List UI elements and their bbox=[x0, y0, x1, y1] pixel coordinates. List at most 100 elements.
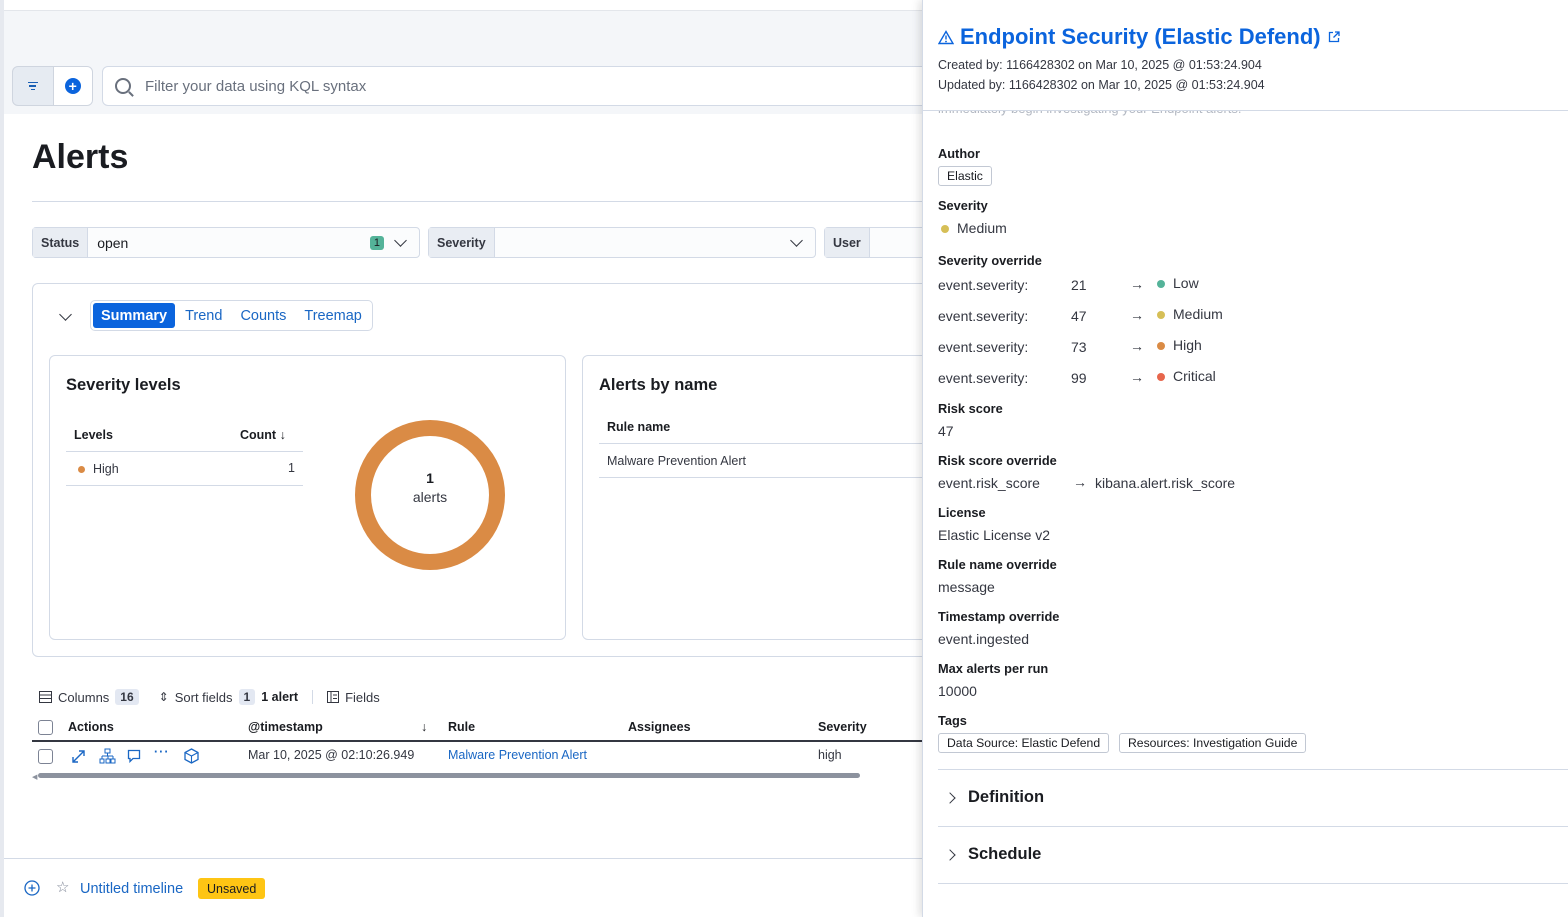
star-icon[interactable]: ☆ bbox=[56, 878, 69, 896]
columns-count-badge: 16 bbox=[115, 689, 139, 705]
severity-filter-label: Severity bbox=[429, 228, 495, 257]
schedule-section-title: Schedule bbox=[968, 845, 1042, 863]
scroll-left-arrow-icon[interactable]: ◀ bbox=[32, 773, 37, 781]
status-count-badge: 1 bbox=[369, 235, 384, 250]
status-filter-control[interactable]: Status open 1 bbox=[32, 227, 420, 258]
tab-trend[interactable]: Trend bbox=[177, 303, 230, 328]
rule-column-header[interactable]: Rule bbox=[448, 720, 475, 734]
updated-by-text: Updated by: 1166428302 on Mar 10, 2025 @… bbox=[938, 78, 1265, 92]
risk-override-from: event.risk_score bbox=[938, 475, 1040, 491]
status-filter-value: open bbox=[97, 234, 129, 251]
donut-total-value: 1 bbox=[426, 470, 434, 486]
severity-row-high[interactable]: High bbox=[78, 462, 119, 476]
warning-icon bbox=[938, 29, 954, 44]
definition-section-title: Definition bbox=[968, 788, 1045, 806]
override-level-label: Critical bbox=[1173, 368, 1216, 384]
timeline-bar: ☆ Untitled timeline Unsaved bbox=[4, 858, 926, 917]
override-value: 21 bbox=[1071, 277, 1087, 293]
user-filter-control[interactable]: User bbox=[824, 227, 926, 258]
session-view-icon[interactable] bbox=[184, 748, 199, 764]
actions-column-header: Actions bbox=[68, 720, 114, 734]
header-divider bbox=[599, 443, 939, 444]
expand-icon[interactable] bbox=[71, 749, 86, 764]
tab-treemap[interactable]: Treemap bbox=[296, 303, 369, 328]
count-header-label: Count bbox=[240, 428, 277, 442]
severity-label: Severity bbox=[938, 198, 988, 213]
comment-icon[interactable] bbox=[127, 749, 141, 763]
fields-button[interactable]: Fields bbox=[327, 690, 380, 705]
row-checkbox[interactable] bbox=[38, 749, 53, 764]
levels-column-header[interactable]: Levels bbox=[74, 428, 113, 442]
sort-desc-arrow-icon[interactable]: ↓ bbox=[421, 720, 427, 734]
rule-name-column-header[interactable]: Rule name bbox=[607, 420, 670, 434]
divider bbox=[32, 201, 926, 202]
chevron-right-icon bbox=[944, 791, 956, 804]
row-rule-link[interactable]: Malware Prevention Alert bbox=[448, 748, 587, 762]
rule-name-row[interactable]: Malware Prevention Alert bbox=[607, 454, 746, 468]
external-link-icon bbox=[1328, 31, 1340, 43]
tag-badge: Data Source: Elastic Defend bbox=[938, 733, 1110, 753]
columns-button[interactable]: Columns 16 bbox=[39, 689, 139, 705]
tab-summary[interactable]: Summary bbox=[93, 303, 176, 328]
severity-column-header[interactable]: Severity bbox=[818, 720, 867, 734]
scrollbar-thumb[interactable] bbox=[38, 773, 860, 778]
license-label: License bbox=[938, 505, 986, 520]
severity-text: Medium bbox=[957, 220, 1007, 236]
donut-total-label: alerts bbox=[412, 489, 448, 505]
sort-icon: ⇕ bbox=[158, 690, 169, 704]
sort-fields-button[interactable]: ⇕ Sort fields 1 bbox=[159, 689, 256, 705]
max-alerts-value: 10000 bbox=[938, 683, 977, 699]
timestamp-override-value: event.ingested bbox=[938, 631, 1030, 647]
severity-filter-control[interactable]: Severity bbox=[428, 227, 816, 258]
max-alerts-label: Max alerts per run bbox=[938, 661, 1049, 676]
override-level-label: High bbox=[1173, 337, 1202, 353]
arrow-right-icon: → bbox=[1073, 474, 1087, 490]
header-divider bbox=[66, 451, 303, 452]
unsaved-badge: Unsaved bbox=[198, 878, 266, 899]
alert-count: 1 alert bbox=[261, 690, 299, 704]
high-severity-dot bbox=[78, 466, 85, 474]
count-column-header[interactable]: Count ↓ bbox=[240, 428, 286, 442]
rule-name-override-label: Rule name override bbox=[938, 557, 1057, 572]
search-placeholder: Filter your data using KQL syntax bbox=[145, 77, 367, 95]
row-severity: high bbox=[818, 748, 842, 762]
filter-menu-button[interactable] bbox=[13, 67, 53, 105]
timestamp-column-header[interactable]: @timestamp bbox=[248, 720, 323, 734]
summary-tabs: Summary Trend Counts Treemap bbox=[90, 300, 373, 331]
analyze-graph-icon[interactable] bbox=[99, 748, 116, 764]
query-menu-group: + bbox=[12, 66, 93, 106]
severity-override-label: Severity override bbox=[938, 253, 1042, 268]
add-filter-button[interactable]: + bbox=[52, 67, 92, 105]
timeline-title[interactable]: Untitled timeline bbox=[80, 881, 183, 897]
add-timeline-icon[interactable] bbox=[24, 880, 40, 896]
filter-icon bbox=[27, 81, 38, 91]
severity-value: Medium bbox=[941, 220, 1007, 236]
more-actions-icon[interactable]: ··· bbox=[154, 745, 170, 759]
columns-label: Columns bbox=[58, 689, 110, 705]
kql-search-input[interactable]: Filter your data using KQL syntax bbox=[102, 66, 932, 106]
sort-count-badge: 1 bbox=[238, 689, 256, 705]
rule-title-link[interactable]: Endpoint Security (Elastic Defend) bbox=[938, 24, 1341, 50]
table-toolbar: Columns 16 ⇕ Sort fields 1 1 alert Field… bbox=[39, 689, 380, 705]
rule-details-flyout: Endpoint Security (Elastic Defend) Creat… bbox=[922, 0, 1568, 917]
arrow-right-icon: → bbox=[1130, 276, 1144, 292]
collapse-chevron-icon[interactable] bbox=[59, 308, 72, 321]
rule-name-override-value: message bbox=[938, 579, 995, 595]
user-filter-label: User bbox=[825, 228, 870, 257]
override-level: Medium bbox=[1157, 306, 1223, 322]
tab-counts[interactable]: Counts bbox=[232, 303, 294, 328]
rule-title: Endpoint Security (Elastic Defend) bbox=[960, 24, 1321, 49]
select-all-checkbox[interactable] bbox=[38, 720, 53, 735]
severity-dot bbox=[1157, 280, 1165, 289]
override-level-label: Medium bbox=[1173, 306, 1223, 322]
toolbar-divider bbox=[312, 690, 314, 704]
row-divider bbox=[66, 485, 303, 486]
risk-score-value: 47 bbox=[938, 423, 954, 439]
license-value: Elastic License v2 bbox=[938, 527, 1051, 543]
assignees-column-header[interactable]: Assignees bbox=[628, 720, 691, 734]
definition-section-toggle[interactable]: Definition bbox=[944, 788, 1045, 807]
status-filter-label: Status bbox=[33, 228, 89, 257]
table-columns-icon bbox=[39, 691, 52, 703]
schedule-section-toggle[interactable]: Schedule bbox=[944, 845, 1042, 864]
table-row: ··· Mar 10, 2025 @ 02:10:26.949 Malware … bbox=[32, 743, 926, 771]
